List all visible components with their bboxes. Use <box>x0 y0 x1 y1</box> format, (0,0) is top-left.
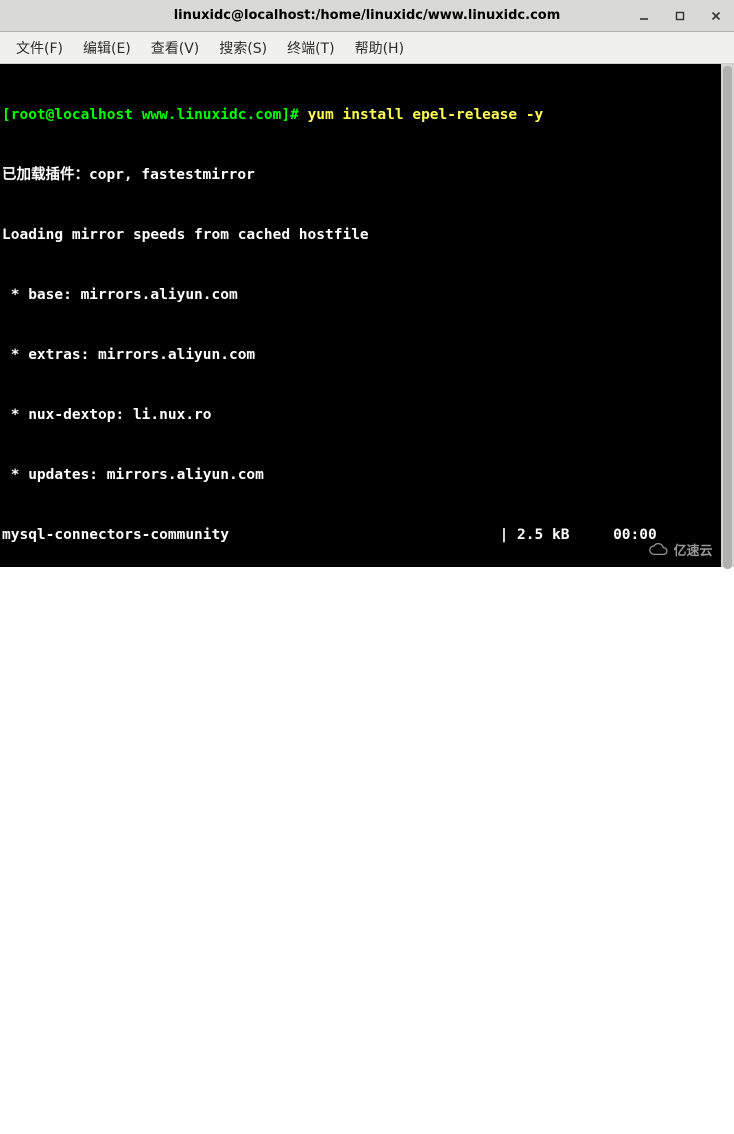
maximize-button[interactable] <box>662 0 698 32</box>
menu-terminal[interactable]: 终端(T) <box>277 34 344 62</box>
terminal-line: nux-dextop | 2.9 kB 00:08 <box>2 705 734 725</box>
prompt-bracket-close: ]# <box>281 107 307 123</box>
terminal-viewport[interactable]: [root@localhost www.linuxidc.com]# yum i… <box>0 64 734 567</box>
prompt-bracket-open: [ <box>2 107 11 123</box>
terminal-line: mysql-tools-community | 2.5 kB 00:00 <box>2 585 734 605</box>
terminal-line: * updates: mirrors.aliyun.com <box>2 465 734 485</box>
window-titlebar: linuxidc@localhost:/home/linuxidc/www.li… <box>0 0 734 32</box>
terminal-line: [root@localhost www.linuxidc.com]# yum i… <box>2 105 734 125</box>
window-controls <box>626 0 734 31</box>
terminal-line: * extras: mirrors.aliyun.com <box>2 345 734 365</box>
menu-edit[interactable]: 编辑(E) <box>73 34 141 62</box>
terminal-line: vivaldi | 2.9 kB 00:00 <box>2 885 734 905</box>
terminal-scrollbar[interactable] <box>721 64 734 567</box>
terminal-line: rspamd/signature | 2.9 kB 00:00 !!! <box>2 825 734 845</box>
prompt-dir: www.linuxidc.com <box>142 107 282 123</box>
terminal-line: rspamd/signature | 833 B 00:00 <box>2 765 734 785</box>
menu-file[interactable]: 文件(F) <box>6 34 73 62</box>
close-button[interactable] <box>698 0 734 32</box>
terminal-line: http://repo.vivaldi.com/archive/rpm/x86_… <box>2 1125 734 1134</box>
terminal-line: 7d21b1eff231bb5113be03ed3248cb4c04ef-pri… <box>2 1065 734 1085</box>
menu-help[interactable]: 帮助(H) <box>345 34 414 62</box>
menu-search[interactable]: 搜索(S) <box>209 34 277 62</box>
scroll-thumb[interactable] <box>723 66 732 569</box>
terminal-line: 已加载插件：copr, fastestmirror <box>2 165 734 185</box>
prompt-user: root@localhost <box>11 107 133 123</box>
terminal-line: mysql80-community | 2.5 kB 00:00 <box>2 645 734 665</box>
command-text: yum install epel-release -y <box>308 107 544 123</box>
terminal-line: * nux-dextop: li.nux.ro <box>2 405 734 425</box>
terminal-line: * base: mirrors.aliyun.com <box>2 285 734 305</box>
menu-bar: 文件(F) 编辑(E) 查看(V) 搜索(S) 终端(T) 帮助(H) <box>0 32 734 64</box>
terminal-line: Loading mirror speeds from cached hostfi… <box>2 225 734 245</box>
menu-view[interactable]: 查看(V) <box>141 34 210 62</box>
terminal-line: http://repo.vivaldi.com/archive/rpm/x86_… <box>2 1005 734 1025</box>
minimize-button[interactable] <box>626 0 662 32</box>
prompt-space <box>133 107 142 123</box>
terminal-line: vivaldi/primary_db FAILED <box>2 945 734 965</box>
terminal-line: mysql-connectors-community | 2.5 kB 00:0… <box>2 525 734 545</box>
window-title: linuxidc@localhost:/home/linuxidc/www.li… <box>174 8 561 23</box>
